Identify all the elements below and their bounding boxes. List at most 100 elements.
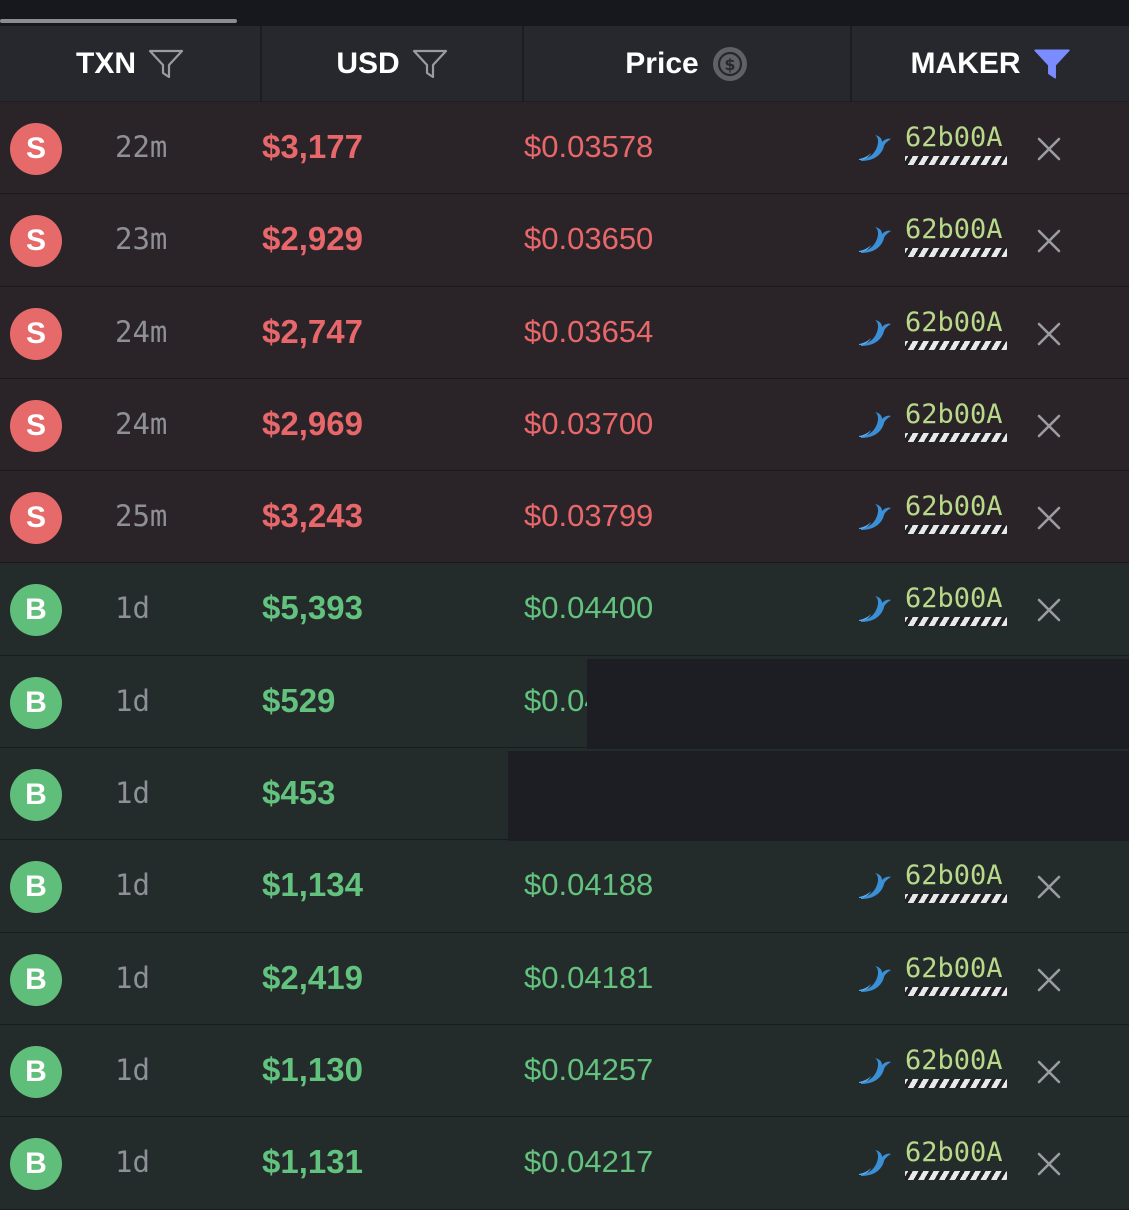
- trade-usd-value: $1,134: [262, 866, 363, 904]
- trades-list: S 22m $3,177 $0.03578 62b00A S 23m $2,929 $0.036…: [0, 102, 1129, 1210]
- maker-stripe-bar: [905, 1171, 1007, 1181]
- trade-usd-value: $3,177: [262, 128, 363, 165]
- trade-usd-value: $453: [262, 774, 336, 812]
- whale-icon: [858, 225, 892, 259]
- maker-address[interactable]: 62b00A: [905, 953, 1007, 996]
- trade-usd-value: $1,130: [262, 1050, 363, 1088]
- whale-icon: [858, 1148, 892, 1182]
- maker-id[interactable]: 62b00A: [905, 492, 1007, 522]
- trade-age: 1d: [115, 960, 150, 995]
- maker-address[interactable]: 62b00A: [905, 1045, 1007, 1088]
- maker-stripe-bar: [905, 986, 1007, 996]
- maker-id[interactable]: 62b00A: [905, 1045, 1007, 1076]
- whale-icon: [858, 410, 892, 444]
- table-row[interactable]: S 24m $2,969 $0.03700 62b00A: [0, 378, 1129, 472]
- maker-id[interactable]: 62b00A: [905, 123, 1007, 153]
- table-row[interactable]: S 23m $2,929 $0.03650 62b00A: [0, 194, 1129, 287]
- close-icon[interactable]: [1036, 1059, 1062, 1089]
- trade-price: $0.03650: [524, 221, 654, 257]
- close-icon[interactable]: [1036, 690, 1062, 720]
- trade-usd-value: $2,419: [262, 958, 363, 996]
- dollar-circle-icon[interactable]: $: [711, 45, 749, 83]
- maker-id[interactable]: 62b00A: [905, 769, 1007, 799]
- whale-icon: [858, 133, 892, 167]
- whale-icon: [858, 318, 892, 352]
- table-row[interactable]: S 24m $2,747 $0.03654 62b00A: [0, 286, 1129, 379]
- close-icon[interactable]: [1036, 321, 1062, 351]
- maker-address[interactable]: 62b00A: [905, 123, 1007, 165]
- column-header-maker[interactable]: MAKER: [852, 26, 1129, 101]
- close-icon[interactable]: [1036, 874, 1062, 904]
- maker-id[interactable]: 62b00A: [905, 1138, 1007, 1168]
- whale-icon: [858, 964, 892, 998]
- close-icon[interactable]: [1036, 1151, 1062, 1181]
- trade-usd-value: $5,393: [262, 589, 363, 627]
- maker-address[interactable]: 62b00A: [905, 215, 1007, 258]
- filter-icon[interactable]: [412, 48, 448, 80]
- column-header-label: USD: [336, 46, 400, 80]
- trade-type-badge: S: [10, 399, 62, 452]
- filter-icon[interactable]: [148, 48, 184, 80]
- column-header-txn[interactable]: TXN: [0, 26, 262, 101]
- table-header: TXN USD Price $ MAKER: [0, 26, 1129, 102]
- table-row[interactable]: B 1d $1,130 $0.04257 62b00A: [0, 1024, 1129, 1118]
- maker-address[interactable]: 62b00A: [905, 769, 1007, 812]
- table-row[interactable]: B 1d $529 $0.04201 62b00A: [0, 655, 1129, 749]
- svg-text:$: $: [724, 55, 735, 74]
- trade-age: 22m: [115, 130, 168, 164]
- trade-price: $0.03799: [524, 498, 654, 534]
- maker-id[interactable]: 62b00A: [905, 399, 1007, 430]
- maker-address[interactable]: 62b00A: [905, 307, 1007, 350]
- column-header-price[interactable]: Price $: [524, 26, 852, 101]
- whale-icon: [858, 779, 892, 813]
- maker-id[interactable]: 62b00A: [905, 861, 1007, 891]
- close-icon[interactable]: [1036, 136, 1062, 166]
- maker-address[interactable]: 62b00A: [905, 1138, 1007, 1181]
- close-icon[interactable]: [1036, 228, 1062, 258]
- trade-price: $0.03578: [524, 129, 654, 164]
- maker-address[interactable]: 62b00A: [905, 861, 1007, 904]
- trade-usd-value: $1,131: [262, 1143, 363, 1181]
- trade-type-badge: B: [10, 676, 62, 729]
- maker-id[interactable]: 62b00A: [905, 307, 1007, 338]
- maker-address[interactable]: 62b00A: [905, 584, 1007, 627]
- maker-id[interactable]: 62b00A: [905, 953, 1007, 984]
- maker-id[interactable]: 62b00A: [905, 676, 1007, 707]
- trade-age: 25m: [115, 499, 168, 534]
- table-row[interactable]: B 1d $453 $0.04187 62b00A: [0, 748, 1129, 841]
- table-row[interactable]: B 1d $5,393 $0.04400 62b00A: [0, 563, 1129, 656]
- trade-type-badge: B: [10, 769, 62, 822]
- table-row[interactable]: B 1d $1,131 $0.04217 62b00A: [0, 1117, 1129, 1210]
- trade-type-badge: S: [10, 492, 62, 545]
- trade-age: 23m: [115, 222, 168, 257]
- maker-id[interactable]: 62b00A: [905, 215, 1007, 245]
- maker-stripe-bar: [905, 1078, 1007, 1088]
- trade-age: 1d: [115, 776, 150, 811]
- close-icon[interactable]: [1036, 782, 1062, 812]
- trade-age: 1d: [115, 591, 150, 626]
- whale-icon: [858, 502, 892, 536]
- table-row[interactable]: B 1d $1,134 $0.04188 62b00A: [0, 840, 1129, 933]
- trade-price: $0.04188: [524, 867, 654, 903]
- column-header-usd[interactable]: USD: [262, 26, 524, 101]
- table-row[interactable]: S 22m $3,177 $0.03578 62b00A: [0, 102, 1129, 195]
- column-header-label: TXN: [76, 46, 136, 80]
- trade-type-badge: B: [10, 1138, 62, 1191]
- maker-stripe-bar: [905, 802, 1007, 812]
- maker-address[interactable]: 62b00A: [905, 399, 1007, 442]
- close-icon[interactable]: [1036, 967, 1062, 997]
- table-row[interactable]: S 25m $3,243 $0.03799 62b00A: [0, 471, 1129, 564]
- table-row[interactable]: B 1d $2,419 $0.04181 62b00A: [0, 932, 1129, 1025]
- maker-stripe-bar: [905, 894, 1007, 904]
- trade-age: 24m: [115, 314, 168, 349]
- maker-address[interactable]: 62b00A: [905, 676, 1007, 719]
- maker-address[interactable]: 62b00A: [905, 492, 1007, 535]
- close-icon[interactable]: [1036, 505, 1062, 535]
- filter-active-icon[interactable]: [1033, 47, 1071, 81]
- close-icon[interactable]: [1036, 413, 1062, 443]
- close-icon[interactable]: [1036, 597, 1062, 627]
- trade-price: $0.04400: [524, 590, 654, 626]
- trade-usd-value: $529: [262, 681, 336, 719]
- trade-age: 1d: [115, 1052, 150, 1087]
- maker-id[interactable]: 62b00A: [905, 584, 1007, 614]
